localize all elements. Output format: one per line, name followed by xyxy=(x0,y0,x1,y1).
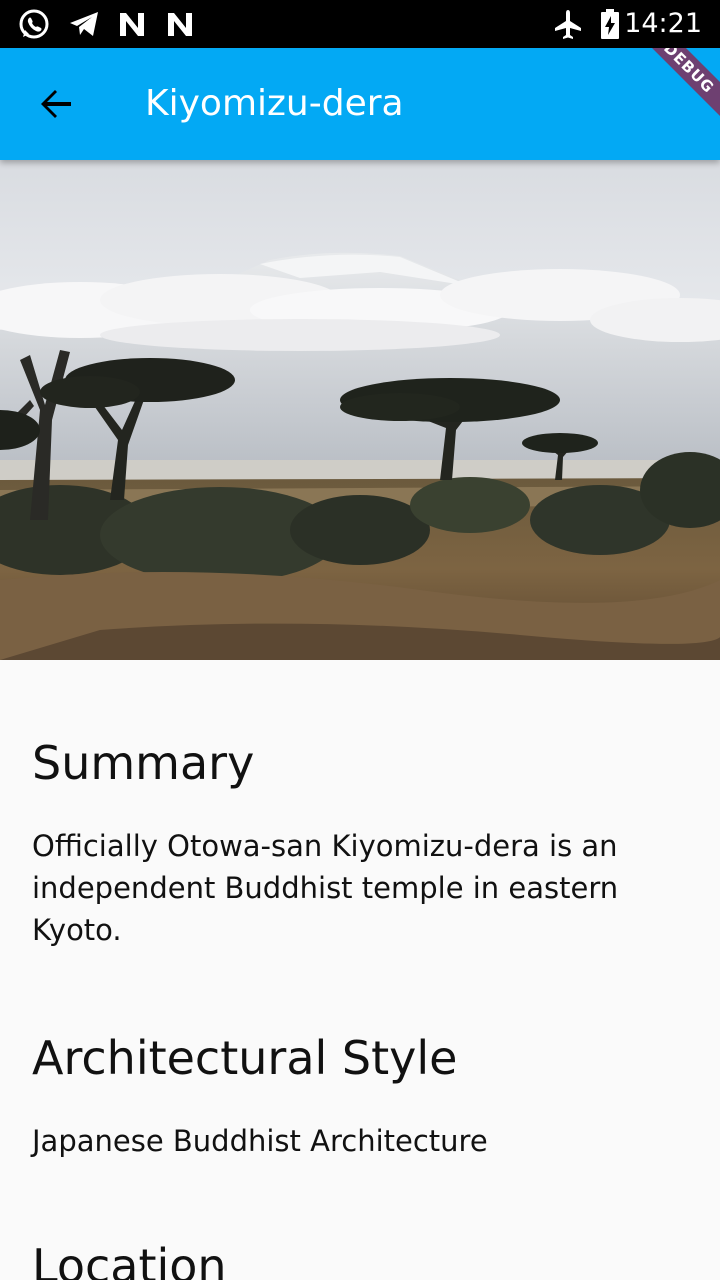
section-heading-location: Location xyxy=(32,1239,227,1280)
section-body-summary: Officially Otowa-san Kiyomizu-dera is an… xyxy=(32,829,619,947)
whatsapp-icon xyxy=(19,9,49,39)
section-heading-summary: Summary xyxy=(32,736,255,790)
n-app-icon xyxy=(168,13,192,36)
page-title: Kiyomizu-dera xyxy=(145,83,404,124)
arrow-back-icon xyxy=(41,90,71,118)
section-body-architectural-style: Japanese Buddhist Architecture xyxy=(32,1124,488,1158)
section-heading-architectural-style: Architectural Style xyxy=(32,1031,458,1085)
status-bar: 14:21 xyxy=(0,0,720,48)
airplane-mode-icon xyxy=(555,10,581,39)
savanna-landscape-image xyxy=(0,160,720,660)
debug-banner: DEBUG xyxy=(627,48,720,130)
screen: 14:21 Kiyomizu-dera DEBUG Summary Offici… xyxy=(0,0,720,1280)
telegram-icon xyxy=(70,12,98,36)
hero-image xyxy=(0,160,720,660)
battery-charging-icon xyxy=(601,9,619,39)
n-app-icon xyxy=(120,13,144,36)
status-time: 14:21 xyxy=(624,8,702,39)
app-bar: Kiyomizu-dera DEBUG xyxy=(0,48,720,160)
back-button[interactable] xyxy=(20,68,92,140)
